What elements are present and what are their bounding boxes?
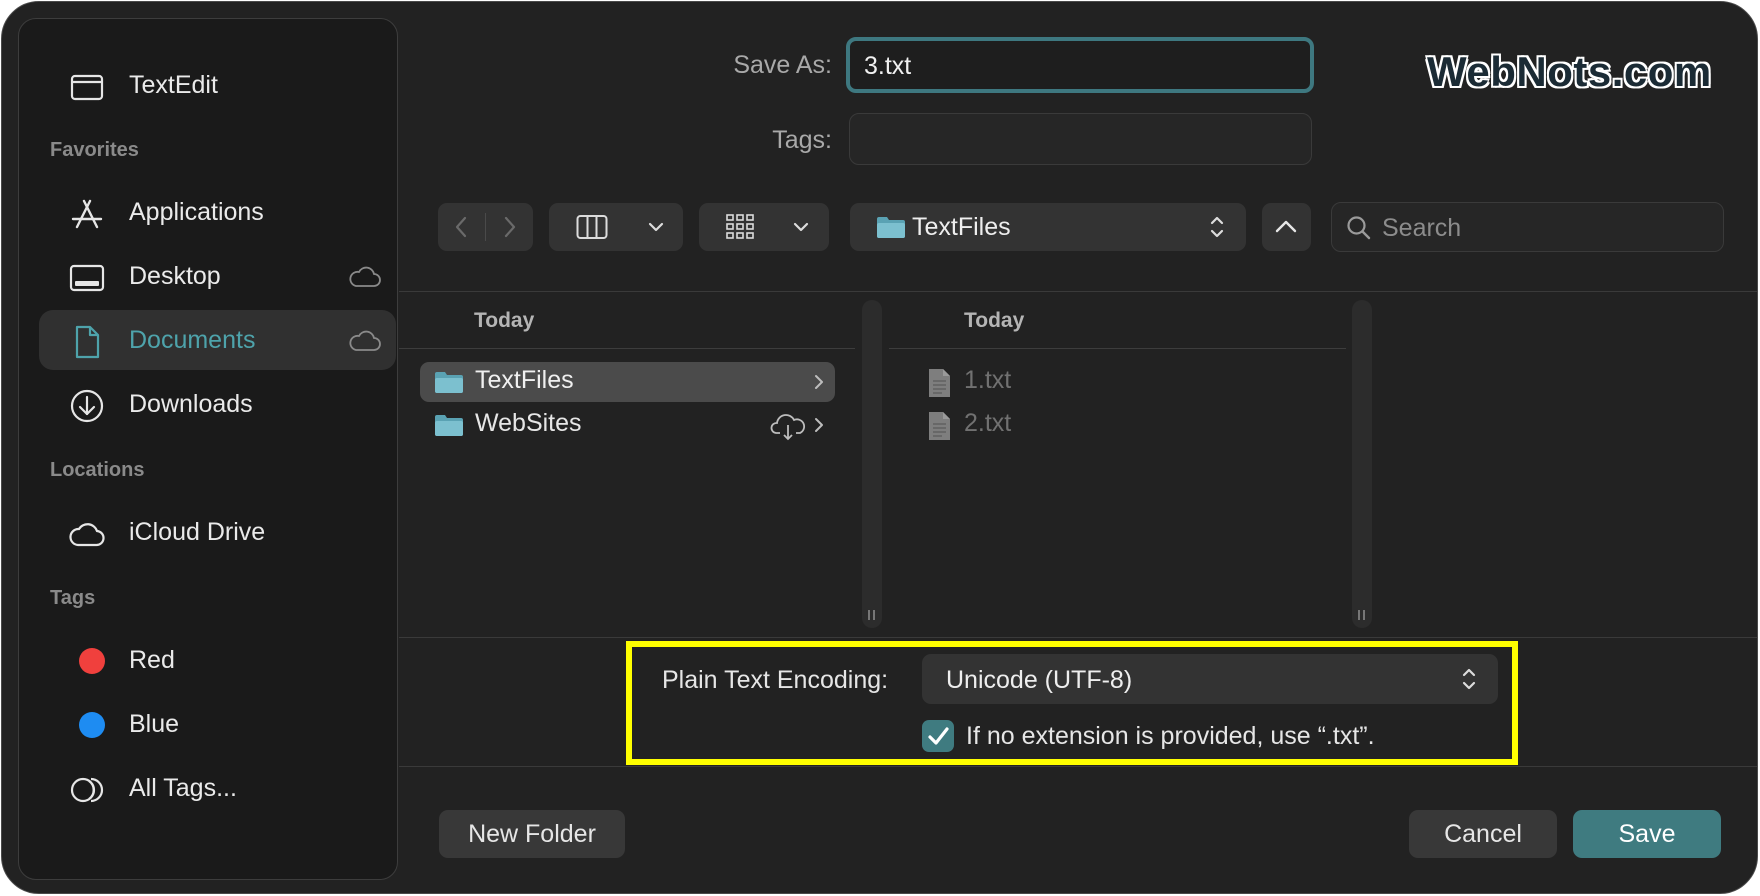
locations-heading: Locations xyxy=(50,459,145,481)
sidebar-item-label: TextEdit xyxy=(129,70,218,99)
back-forward-control xyxy=(438,203,533,251)
sidebar-item-label: Applications xyxy=(129,197,264,226)
group-by-button[interactable] xyxy=(699,203,829,251)
icloud-status-icon xyxy=(349,330,381,351)
column-heading: Today xyxy=(964,309,1025,332)
tags-label: Tags: xyxy=(772,126,832,154)
divider xyxy=(889,348,1346,349)
sidebar: TextEdit Favorites Applications Desktop xyxy=(18,18,398,880)
sidebar-item-textedit[interactable]: TextEdit xyxy=(39,55,396,115)
column-resize-handle[interactable] xyxy=(1352,300,1372,628)
tags-field[interactable] xyxy=(849,113,1312,165)
cloud-icon xyxy=(69,523,105,547)
sidebar-item-label: Downloads xyxy=(129,389,253,418)
list-item-label: TextFiles xyxy=(475,366,574,394)
location-label: TextFiles xyxy=(912,213,1011,241)
sidebar-item-desktop[interactable]: Desktop xyxy=(39,246,396,306)
list-item: 1.txt xyxy=(914,362,1314,402)
highlight-box xyxy=(626,641,1518,765)
new-folder-button[interactable]: New Folder xyxy=(439,810,625,858)
folder-icon xyxy=(877,217,905,238)
cloud-download-icon xyxy=(770,414,806,441)
save-button[interactable]: Save xyxy=(1573,810,1721,858)
text-file-icon xyxy=(929,369,950,397)
window-icon xyxy=(70,74,104,101)
document-icon xyxy=(75,325,100,359)
chevron-down-icon xyxy=(793,222,809,232)
sidebar-item-label: All Tags... xyxy=(129,773,237,802)
blue-tag-dot xyxy=(79,712,105,738)
icloud-status-icon xyxy=(349,266,381,287)
save-as-value: 3.txt xyxy=(864,52,912,80)
list-item[interactable]: WebSites xyxy=(420,405,835,445)
sidebar-item-label: iCloud Drive xyxy=(129,517,266,546)
columns-view-icon xyxy=(576,215,608,239)
sidebar-item-downloads[interactable]: Downloads xyxy=(39,374,396,434)
save-dialog: TextEdit Favorites Applications Desktop xyxy=(1,1,1758,894)
search-icon xyxy=(1347,216,1371,240)
view-mode-button[interactable] xyxy=(549,203,683,251)
folder-icon xyxy=(435,372,463,393)
search-placeholder: Search xyxy=(1382,214,1462,242)
list-item-label: 2.txt xyxy=(964,409,1012,437)
sidebar-item-tag-blue[interactable]: Blue xyxy=(39,694,396,754)
up-down-chevron-icon xyxy=(1210,216,1224,238)
chevron-up-icon xyxy=(1275,220,1297,233)
favorites-heading: Favorites xyxy=(50,139,139,161)
list-item-label: 1.txt xyxy=(964,366,1012,394)
sidebar-item-label: Red xyxy=(129,645,175,674)
list-item: 2.txt xyxy=(914,405,1314,445)
divider xyxy=(399,637,1757,638)
location-popup[interactable]: TextFiles xyxy=(850,203,1246,251)
forward-chevron-icon[interactable] xyxy=(497,215,521,239)
collapse-button[interactable] xyxy=(1262,203,1311,251)
divider xyxy=(399,766,1757,767)
sidebar-item-label: Desktop xyxy=(129,261,221,290)
sidebar-item-icloud-drive[interactable]: iCloud Drive xyxy=(39,502,396,562)
chevron-right-icon xyxy=(815,418,823,432)
sidebar-item-label: Documents xyxy=(129,325,256,354)
divider xyxy=(399,348,855,349)
webnots-watermark: WebNots.com xyxy=(1427,48,1712,95)
sidebar-item-all-tags[interactable]: All Tags... xyxy=(39,758,396,818)
folder-icon xyxy=(435,415,463,436)
text-file-icon xyxy=(929,412,950,440)
sidebar-item-applications[interactable]: Applications xyxy=(39,182,396,242)
divider xyxy=(399,291,1757,292)
icon-grid-icon xyxy=(726,214,754,239)
applications-icon xyxy=(71,199,103,229)
tags-heading: Tags xyxy=(50,587,96,609)
grip-mark xyxy=(1363,610,1365,620)
download-icon xyxy=(70,389,104,423)
all-tags-icon xyxy=(70,777,104,803)
red-tag-dot xyxy=(79,648,105,674)
sidebar-item-documents[interactable]: Documents xyxy=(39,310,396,370)
search-field[interactable]: Search xyxy=(1331,202,1724,252)
grip-mark xyxy=(1358,610,1360,620)
save-as-field[interactable]: 3.txt xyxy=(846,37,1314,93)
grip-mark xyxy=(868,610,870,620)
column-resize-handle[interactable] xyxy=(862,300,882,628)
column-heading: Today xyxy=(474,309,535,332)
cancel-button[interactable]: Cancel xyxy=(1409,810,1557,858)
chevron-down-icon xyxy=(648,222,664,232)
list-item-label: WebSites xyxy=(475,409,582,437)
desktop-icon xyxy=(69,264,105,292)
divider xyxy=(485,213,486,241)
grip-mark xyxy=(873,610,875,620)
list-item[interactable]: TextFiles xyxy=(420,362,835,402)
sidebar-item-tag-red[interactable]: Red xyxy=(39,630,396,690)
sidebar-item-label: Blue xyxy=(129,709,180,738)
save-as-label: Save As: xyxy=(733,51,832,79)
back-chevron-icon[interactable] xyxy=(450,215,474,239)
chevron-right-icon xyxy=(815,375,823,389)
